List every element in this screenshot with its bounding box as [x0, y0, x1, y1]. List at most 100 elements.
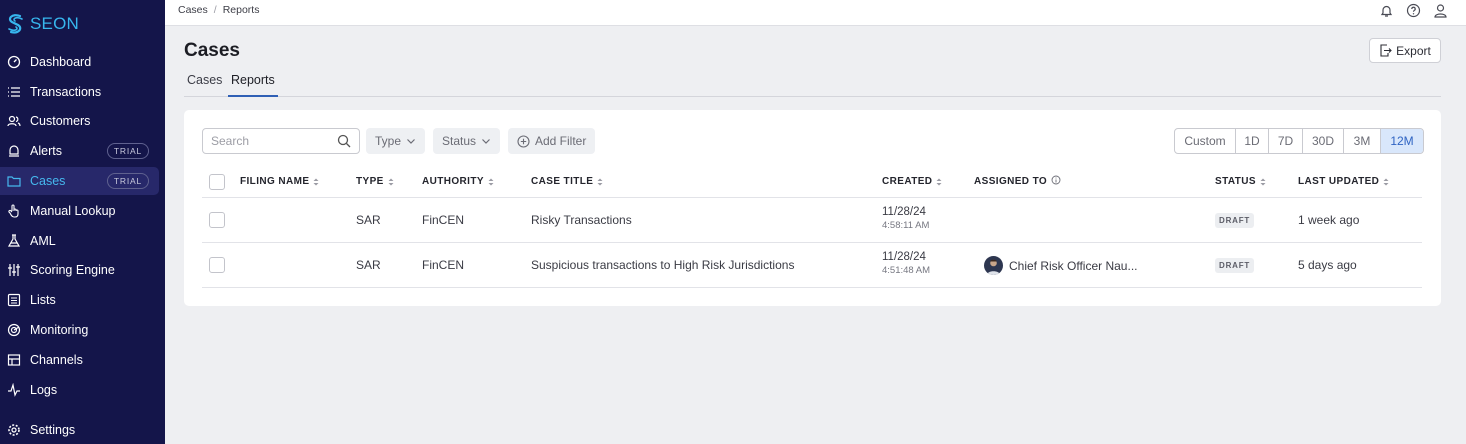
help-icon[interactable]	[1406, 3, 1421, 18]
breadcrumb-cases[interactable]: Cases	[178, 4, 208, 16]
column-case-title[interactable]: CASE TITLE	[531, 176, 604, 187]
sort-icon	[935, 177, 943, 187]
assigned-to-cell[interactable]: Chief Risk Officer Nau...	[984, 256, 1137, 275]
table-row[interactable]: SAR FinCEN Suspicious transactions to Hi…	[202, 243, 1422, 288]
created-cell: 11/28/24 4:51:48 AM	[882, 251, 930, 276]
case-title-cell[interactable]: Risky Transactions	[531, 213, 632, 227]
top-icons	[1379, 3, 1448, 18]
bell-icon[interactable]	[1379, 3, 1394, 18]
created-date: 11/28/24	[882, 251, 926, 263]
column-label: LAST UPDATED	[1298, 176, 1380, 187]
column-last-updated[interactable]: LAST UPDATED	[1298, 176, 1390, 187]
sort-icon	[1382, 177, 1390, 187]
alert-icon	[7, 144, 21, 158]
range-30d[interactable]: 30D	[1303, 129, 1344, 153]
sidebar-item-lists[interactable]: Lists	[0, 286, 159, 314]
type-filter-dropdown[interactable]: Type	[366, 128, 426, 154]
channels-icon	[7, 353, 21, 367]
sidebar: SEON Dashboard Transactions Customers Al…	[0, 0, 165, 444]
sidebar-item-label: Dashboard	[30, 55, 92, 69]
range-7d[interactable]: 7D	[1269, 129, 1303, 153]
row-checkbox[interactable]	[209, 212, 225, 228]
row-checkbox[interactable]	[209, 257, 225, 273]
folder-icon	[7, 174, 21, 188]
sidebar-item-label: Customers	[30, 114, 91, 128]
select-all-checkbox[interactable]	[209, 174, 225, 190]
sidebar-item-manual-lookup[interactable]: Manual Lookup	[0, 197, 159, 225]
sliders-icon	[7, 263, 21, 277]
top-bar: Cases / Reports	[165, 0, 1466, 26]
sidebar-item-scoring-engine[interactable]: Scoring Engine	[0, 256, 159, 284]
table-header: FILING NAME TYPE AUTHORITY CASE TITLE CR…	[202, 169, 1422, 198]
column-type[interactable]: TYPE	[356, 176, 395, 187]
column-filing-name[interactable]: FILING NAME	[240, 176, 320, 187]
range-custom[interactable]: Custom	[1175, 129, 1236, 153]
sidebar-item-monitoring[interactable]: Monitoring	[0, 316, 159, 344]
chevron-down-icon	[482, 139, 490, 144]
table-row[interactable]: SAR FinCEN Risky Transactions 11/28/24 4…	[202, 198, 1422, 243]
sidebar-item-label: Settings	[30, 423, 76, 437]
tab-reports[interactable]: Reports	[228, 73, 278, 97]
add-filter-label: Add Filter	[535, 134, 587, 148]
sidebar-item-label: Logs	[30, 383, 58, 397]
sidebar-item-dashboard[interactable]: Dashboard	[0, 48, 159, 76]
export-icon	[1380, 44, 1392, 57]
flask-icon	[7, 234, 21, 248]
type-cell: SAR	[356, 258, 381, 272]
search-icon[interactable]	[337, 134, 351, 148]
sidebar-item-logs[interactable]: Logs	[0, 376, 159, 404]
column-label: CASE TITLE	[531, 176, 594, 187]
sort-icon	[596, 177, 604, 187]
user-icon[interactable]	[1433, 3, 1448, 18]
range-1d[interactable]: 1D	[1236, 129, 1269, 153]
chevron-down-icon	[407, 139, 415, 144]
status-badge: DRAFT	[1215, 258, 1255, 273]
column-label: AUTHORITY	[422, 176, 484, 187]
sidebar-item-label: Manual Lookup	[30, 204, 116, 218]
breadcrumb-reports[interactable]: Reports	[223, 4, 260, 16]
page-title: Cases	[184, 40, 240, 61]
last-updated-cell: 1 week ago	[1298, 213, 1360, 227]
created-time: 4:51:48 AM	[882, 265, 931, 276]
column-label: TYPE	[356, 176, 384, 187]
sidebar-item-aml[interactable]: AML	[0, 227, 159, 255]
info-icon[interactable]	[1051, 175, 1061, 185]
sidebar-item-settings[interactable]: Settings	[0, 416, 159, 444]
sort-icon	[487, 177, 495, 187]
created-date: 11/28/24	[882, 206, 926, 218]
created-time: 4:58:11 AM	[882, 220, 930, 231]
dashboard-icon	[7, 55, 21, 69]
reports-card: Type Status Add Filter Custom 1D 7D 30D …	[184, 110, 1441, 306]
tab-cases[interactable]: Cases	[184, 73, 225, 95]
status-badge: DRAFT	[1215, 213, 1255, 228]
search-input[interactable]	[211, 134, 331, 148]
status-filter-dropdown[interactable]: Status	[433, 128, 501, 154]
column-label: CREATED	[882, 176, 933, 187]
export-button-label: Export	[1396, 43, 1431, 58]
export-button[interactable]: Export	[1369, 38, 1441, 63]
sidebar-item-transactions[interactable]: Transactions	[0, 78, 159, 106]
add-filter-button[interactable]: Add Filter	[508, 128, 596, 154]
customers-icon	[7, 114, 21, 128]
hand-pointer-icon	[7, 204, 21, 218]
sidebar-item-channels[interactable]: Channels	[0, 346, 159, 374]
sidebar-item-alerts[interactable]: Alerts TRIAL	[0, 137, 159, 165]
column-status[interactable]: STATUS	[1215, 176, 1267, 187]
range-3m[interactable]: 3M	[1344, 129, 1381, 153]
trial-badge: TRIAL	[106, 173, 149, 189]
seon-logo[interactable]: SEON	[6, 12, 79, 36]
sidebar-item-label: Transactions	[30, 85, 102, 99]
range-12m[interactable]: 12M	[1381, 129, 1423, 153]
search-field[interactable]	[202, 128, 360, 154]
column-created[interactable]: CREATED	[882, 176, 943, 187]
plus-circle-icon	[517, 134, 530, 148]
column-assigned-to[interactable]: ASSIGNED TO	[974, 175, 1061, 187]
sidebar-item-label: Scoring Engine	[30, 263, 115, 277]
tab-bar: Cases Reports	[184, 66, 1441, 97]
sidebar-item-label: Lists	[30, 293, 56, 307]
column-label: FILING NAME	[240, 176, 310, 187]
sidebar-item-customers[interactable]: Customers	[0, 107, 159, 135]
case-title-cell[interactable]: Suspicious transactions to High Risk Jur…	[531, 258, 794, 272]
column-authority[interactable]: AUTHORITY	[422, 176, 495, 187]
sidebar-item-cases[interactable]: Cases TRIAL	[0, 167, 159, 195]
